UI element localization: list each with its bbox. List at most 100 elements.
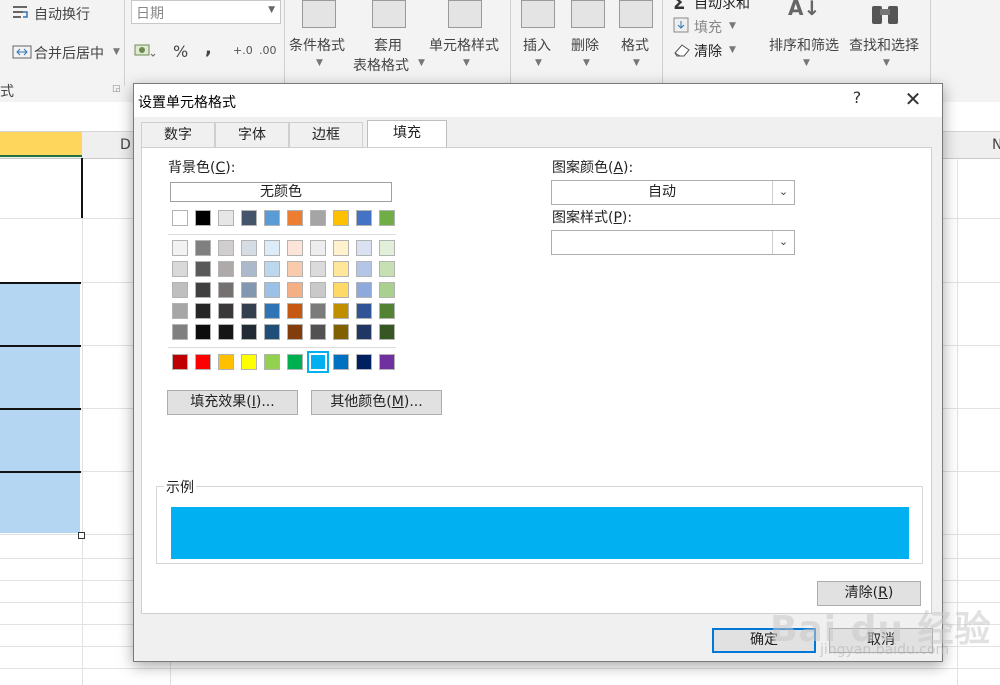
conditional-format-button[interactable]: 条件格式 bbox=[289, 35, 345, 55]
theme-shade-swatch[interactable] bbox=[287, 261, 303, 277]
standard-color-swatch[interactable] bbox=[356, 354, 372, 370]
theme-shade-swatch[interactable] bbox=[287, 282, 303, 298]
theme-shade-swatch[interactable] bbox=[218, 240, 234, 256]
theme-shade-swatch[interactable] bbox=[287, 240, 303, 256]
theme-shade-swatch[interactable] bbox=[287, 324, 303, 340]
theme-shade-swatch[interactable] bbox=[241, 261, 257, 277]
merge-center-button[interactable]: 合并后居中 bbox=[34, 43, 104, 63]
theme-shade-swatch[interactable] bbox=[264, 261, 280, 277]
standard-color-swatch[interactable] bbox=[287, 354, 303, 370]
theme-shade-swatch[interactable] bbox=[195, 240, 211, 256]
autosum-button[interactable]: 自动求和 bbox=[694, 0, 750, 13]
standard-color-swatch[interactable] bbox=[264, 354, 280, 370]
theme-shade-swatch[interactable] bbox=[356, 303, 372, 319]
chevron-down-icon[interactable]: ⌄ bbox=[772, 231, 794, 254]
filled-cell[interactable] bbox=[0, 347, 80, 408]
theme-shade-swatch[interactable] bbox=[310, 324, 326, 340]
sort-filter-button[interactable]: 排序和筛选 bbox=[769, 35, 839, 55]
accounting-format-icon[interactable] bbox=[134, 42, 156, 60]
theme-shade-swatch[interactable] bbox=[241, 282, 257, 298]
standard-color-swatch[interactable] bbox=[241, 354, 257, 370]
decrease-decimal-icon[interactable]: .00 bbox=[259, 44, 277, 57]
theme-color-swatch[interactable] bbox=[218, 210, 234, 226]
theme-shade-swatch[interactable] bbox=[241, 324, 257, 340]
dialog-titlebar[interactable]: 设置单元格格式 ? ✕ bbox=[134, 84, 942, 117]
theme-color-swatch[interactable] bbox=[333, 210, 349, 226]
theme-shade-swatch[interactable] bbox=[195, 303, 211, 319]
theme-shade-swatch[interactable] bbox=[310, 303, 326, 319]
theme-shade-swatch[interactable] bbox=[356, 324, 372, 340]
theme-shade-swatch[interactable] bbox=[195, 282, 211, 298]
theme-color-swatch[interactable] bbox=[264, 210, 280, 226]
theme-shade-swatch[interactable] bbox=[172, 240, 188, 256]
standard-color-swatch[interactable] bbox=[218, 354, 234, 370]
find-select-button[interactable]: 查找和选择 bbox=[849, 35, 919, 55]
theme-color-swatch[interactable] bbox=[379, 210, 395, 226]
standard-color-swatch[interactable] bbox=[307, 351, 329, 373]
theme-shade-swatch[interactable] bbox=[310, 240, 326, 256]
wrap-text-button[interactable]: 自动换行 bbox=[34, 4, 90, 24]
filled-cell[interactable] bbox=[0, 284, 80, 345]
clear-button[interactable]: 清除 bbox=[694, 41, 722, 61]
theme-shade-swatch[interactable] bbox=[241, 240, 257, 256]
number-format-dropdown[interactable]: 日期 ▼ bbox=[131, 0, 281, 24]
filled-cell[interactable] bbox=[0, 473, 80, 533]
theme-shade-swatch[interactable] bbox=[218, 261, 234, 277]
standard-color-swatch[interactable] bbox=[379, 354, 395, 370]
theme-shade-swatch[interactable] bbox=[172, 324, 188, 340]
theme-shade-swatch[interactable] bbox=[264, 282, 280, 298]
standard-color-swatch[interactable] bbox=[195, 354, 211, 370]
theme-shade-swatch[interactable] bbox=[333, 261, 349, 277]
comma-style-button[interactable]: , bbox=[205, 38, 212, 59]
no-color-button[interactable]: 无颜色 bbox=[170, 182, 392, 202]
theme-color-swatch[interactable] bbox=[241, 210, 257, 226]
fill-handle[interactable] bbox=[78, 532, 85, 539]
theme-shade-swatch[interactable] bbox=[310, 261, 326, 277]
theme-shade-swatch[interactable] bbox=[218, 324, 234, 340]
theme-shade-swatch[interactable] bbox=[172, 303, 188, 319]
standard-color-swatch[interactable] bbox=[172, 354, 188, 370]
theme-shade-swatch[interactable] bbox=[241, 303, 257, 319]
theme-shade-swatch[interactable] bbox=[264, 303, 280, 319]
tab-border[interactable]: 边框 bbox=[289, 122, 363, 147]
pattern-color-select[interactable]: 自动 ⌄ bbox=[551, 180, 795, 205]
theme-shade-swatch[interactable] bbox=[379, 324, 395, 340]
tab-fill[interactable]: 填充 bbox=[367, 120, 447, 148]
theme-shade-swatch[interactable] bbox=[172, 282, 188, 298]
theme-shade-swatch[interactable] bbox=[356, 261, 372, 277]
theme-shade-swatch[interactable] bbox=[356, 282, 372, 298]
increase-decimal-icon[interactable]: +.0 bbox=[233, 44, 253, 57]
theme-shade-swatch[interactable] bbox=[195, 324, 211, 340]
table-format-label-line2[interactable]: 表格格式 bbox=[353, 55, 409, 75]
theme-shade-swatch[interactable] bbox=[379, 240, 395, 256]
theme-shade-swatch[interactable] bbox=[264, 324, 280, 340]
theme-shade-swatch[interactable] bbox=[333, 324, 349, 340]
fill-button[interactable]: 填充 bbox=[694, 17, 722, 37]
column-header-n[interactable]: N bbox=[992, 137, 1000, 153]
theme-shade-swatch[interactable] bbox=[333, 240, 349, 256]
dialog-launcher-icon[interactable]: ◲ bbox=[112, 84, 121, 94]
percent-style-button[interactable]: % bbox=[173, 42, 188, 61]
theme-shade-swatch[interactable] bbox=[379, 303, 395, 319]
theme-shade-swatch[interactable] bbox=[333, 303, 349, 319]
theme-shade-swatch[interactable] bbox=[195, 261, 211, 277]
theme-color-swatch[interactable] bbox=[310, 210, 326, 226]
more-colors-button[interactable]: 其他颜色(M)... bbox=[311, 390, 442, 415]
format-button[interactable]: 格式 bbox=[621, 35, 649, 55]
theme-shade-swatch[interactable] bbox=[356, 240, 372, 256]
selected-column-header[interactable] bbox=[0, 132, 82, 157]
theme-shade-swatch[interactable] bbox=[379, 282, 395, 298]
table-format-button[interactable]: 套用 bbox=[374, 35, 402, 55]
theme-shade-swatch[interactable] bbox=[264, 240, 280, 256]
tab-number[interactable]: 数字 bbox=[141, 122, 215, 147]
theme-color-swatch[interactable] bbox=[287, 210, 303, 226]
merge-dropdown-icon[interactable]: ▼ bbox=[113, 47, 120, 57]
standard-color-swatch[interactable] bbox=[333, 354, 349, 370]
theme-shade-swatch[interactable] bbox=[218, 303, 234, 319]
chevron-down-icon[interactable]: ⌄ bbox=[772, 181, 794, 204]
insert-button[interactable]: 插入 bbox=[523, 35, 551, 55]
delete-button[interactable]: 删除 bbox=[571, 35, 599, 55]
theme-shade-swatch[interactable] bbox=[310, 282, 326, 298]
theme-color-swatch[interactable] bbox=[195, 210, 211, 226]
close-button[interactable]: ✕ bbox=[902, 88, 924, 112]
